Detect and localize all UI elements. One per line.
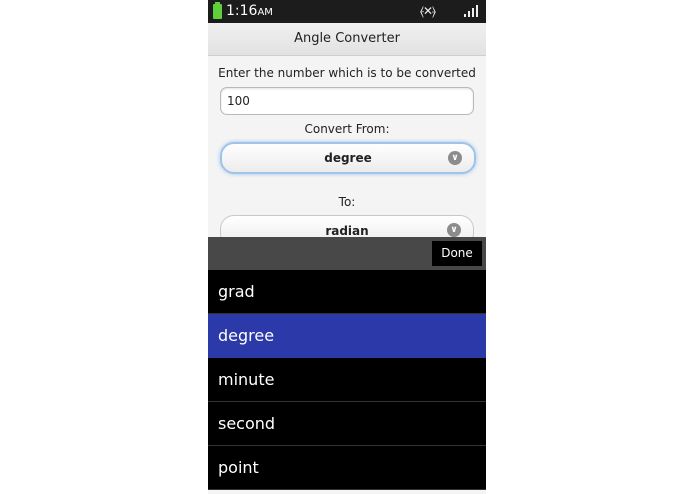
chevron-down-icon: ∨: [447, 223, 461, 237]
convert-from-label: Convert From:: [304, 122, 390, 136]
battery-icon: [213, 2, 222, 19]
picker-list: grad degree minute second point: [208, 270, 486, 490]
done-button[interactable]: Done: [432, 241, 482, 266]
vibrate-icon: ⦑✕⦒: [420, 4, 436, 18]
status-bar: 1:16AM ⦑✕⦒: [208, 0, 486, 23]
app-title: Angle Converter: [208, 23, 486, 56]
picker-item-minute[interactable]: minute: [208, 358, 486, 402]
number-input[interactable]: [220, 87, 474, 115]
clock-ampm: AM: [257, 7, 273, 18]
picker-item-grad[interactable]: grad: [208, 270, 486, 314]
convert-to-label: To:: [338, 195, 356, 209]
clock-time: 1:16: [226, 3, 258, 19]
phone-screen: 1:16AM ⦑✕⦒ Angle Converter Enter the num…: [208, 0, 486, 494]
picker-item-degree[interactable]: degree: [208, 314, 486, 358]
convert-from-value: degree: [324, 151, 372, 165]
chevron-down-icon: ∨: [448, 151, 462, 165]
status-clock: 1:16AM: [226, 3, 273, 21]
picker-item-second[interactable]: second: [208, 402, 486, 446]
convert-from-select[interactable]: degree ∨: [220, 142, 476, 174]
signal-icon: [464, 5, 478, 17]
convert-to-value: radian: [325, 224, 369, 238]
picker-toolbar: Done: [208, 237, 486, 270]
picker-item-point[interactable]: point: [208, 446, 486, 490]
input-prompt: Enter the number which is to be converte…: [218, 66, 476, 80]
